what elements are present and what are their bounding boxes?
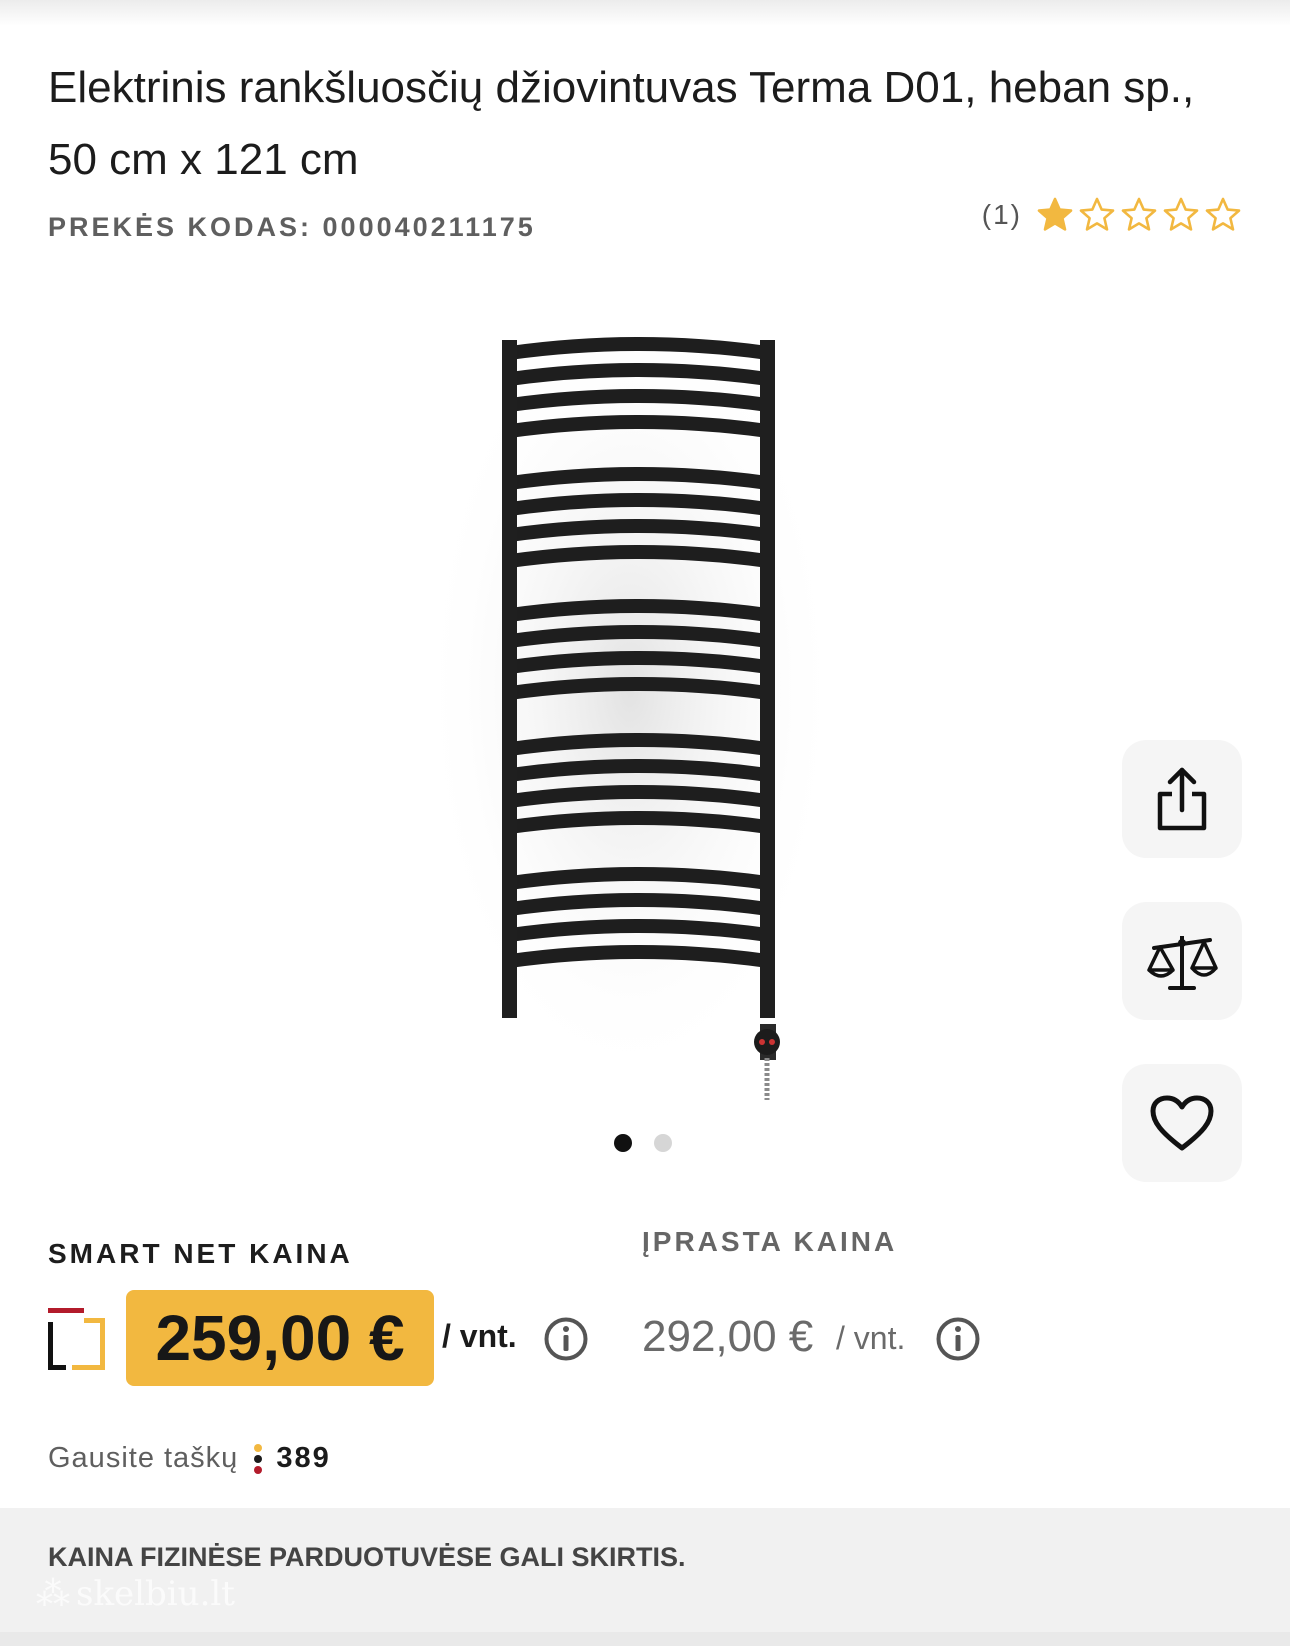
regular-price-unit: / vnt. xyxy=(836,1320,906,1356)
scales-icon xyxy=(1147,936,1218,990)
smart-price-unit: / vnt. xyxy=(442,1318,517,1354)
smart-price-label: SMART NET KAINA xyxy=(48,1238,353,1269)
smart-net-logo xyxy=(48,1308,105,1370)
regular-price-label: ĮPRASTA KAINA xyxy=(642,1226,898,1257)
bottom-strip xyxy=(0,1632,1290,1646)
watermark: ⁂ skelbiu.lt xyxy=(36,1574,235,1614)
watermark-text: skelbiu.lt xyxy=(76,1574,235,1614)
star-empty-icon xyxy=(1121,197,1157,231)
rating-stars xyxy=(1036,196,1242,234)
watermark-logo-icon: ⁂ xyxy=(36,1574,70,1614)
rating-count: (1) xyxy=(981,199,1022,230)
product-title: Elektrinis rankšluosčių džiovintuvas Ter… xyxy=(48,63,1195,184)
star-empty-icon xyxy=(1079,197,1115,231)
points-icon xyxy=(254,1443,263,1474)
regular-price: 292,00 € xyxy=(642,1312,814,1361)
smart-price-info-icon[interactable] xyxy=(543,1316,589,1362)
regular-price-info-icon[interactable] xyxy=(935,1316,981,1362)
star-empty-icon xyxy=(1205,197,1241,231)
gallery-dot-2[interactable] xyxy=(654,1134,672,1152)
product-image-gallery[interactable] xyxy=(420,300,870,1100)
gallery-dot-1[interactable] xyxy=(614,1134,632,1152)
heart-icon xyxy=(1150,1095,1214,1151)
rating[interactable]: (1) xyxy=(982,196,1242,234)
gallery-pagination xyxy=(614,1134,672,1152)
wishlist-button[interactable] xyxy=(1122,1064,1242,1182)
loyalty-points: Gausite taškų 389 xyxy=(48,1442,331,1475)
top-fade xyxy=(0,0,1290,26)
star-filled-icon xyxy=(1037,197,1073,231)
share-icon xyxy=(1157,767,1207,831)
compare-button[interactable] xyxy=(1122,902,1242,1020)
points-value: 389 xyxy=(276,1442,331,1474)
star-empty-icon xyxy=(1163,197,1199,231)
product-image xyxy=(420,300,840,1100)
smart-price: 259,00 € xyxy=(126,1290,434,1386)
product-sku: PREKĖS KODAS: 000040211175 xyxy=(48,212,536,242)
points-label: Gausite taškų xyxy=(48,1442,239,1474)
price-notice-text: KAINA FIZINĖSE PARDUOTUVĖSE GALI SKIRTIS… xyxy=(48,1542,686,1572)
share-button[interactable] xyxy=(1122,740,1242,858)
